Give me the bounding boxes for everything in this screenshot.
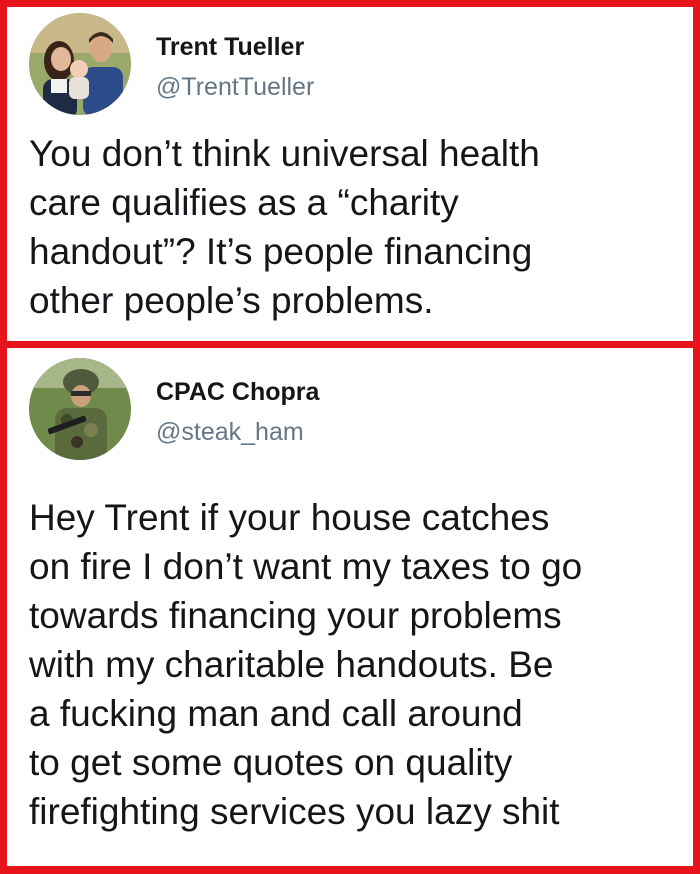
tweet-text-line: other people’s problems. [29, 280, 434, 321]
tweet-text-line: to get some quotes on quality [29, 742, 513, 783]
family-photo-avatar[interactable] [29, 13, 131, 115]
tweet-text-line: firefighting services you lazy shit [29, 791, 560, 832]
display-name[interactable]: Trent Tueller [156, 33, 304, 62]
tweet-text-line: with my charitable handouts. Be [29, 644, 554, 685]
user-handle[interactable]: @steak_ham [156, 418, 304, 447]
tweet-card-1: Trent Tueller @TrentTueller You don’t th… [7, 7, 693, 341]
user-handle[interactable]: @TrentTueller [156, 73, 314, 102]
tweet-text-line: handout”? It’s people financing [29, 231, 533, 272]
tweet-card-2: CPAC Chopra @steak_ham Hey Trent if your… [7, 348, 693, 866]
display-name[interactable]: CPAC Chopra [156, 378, 319, 407]
soldier-photo-avatar[interactable] [29, 358, 131, 460]
tweet-text-line: You don’t think universal health [29, 133, 540, 174]
tweet-text-line: towards financing your problems [29, 595, 562, 636]
tweet-text: You don’t think universal health care qu… [29, 129, 679, 325]
tweet-text: Hey Trent if your house catches on fire … [29, 493, 679, 836]
tweet-text-line: Hey Trent if your house catches [29, 497, 550, 538]
tweet-text-line: on fire I don’t want my taxes to go [29, 546, 583, 587]
tweet-text-line: care qualifies as a “charity [29, 182, 459, 223]
screenshot-collage: Trent Tueller @TrentTueller You don’t th… [0, 0, 700, 874]
tweet-text-line: a fucking man and call around [29, 693, 523, 734]
